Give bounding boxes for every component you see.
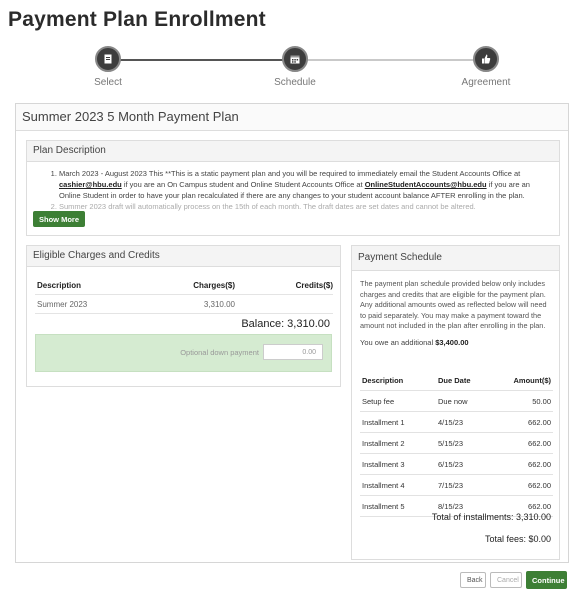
table-row: Installment 3 6/15/23 662.00 xyxy=(360,454,553,475)
eligible-charges-panel: Eligible Charges and Credits Description… xyxy=(26,245,341,387)
row-description: Installment 4 xyxy=(362,481,405,490)
table-header-row: Description Charges($) Credits($) xyxy=(35,276,333,295)
description-text-part: if you are an On Campus student and Onli… xyxy=(121,180,365,189)
additional-owed-label: You owe an additional xyxy=(360,337,436,347)
additional-owed: You owe an additional $3,400.00 xyxy=(352,332,559,347)
cashier-email-link[interactable]: cashier@hbu.edu xyxy=(59,180,122,189)
row-due-date: Due now xyxy=(438,397,468,406)
eligible-charges-heading: Eligible Charges and Credits xyxy=(27,246,340,267)
row-due-date: 7/15/23 xyxy=(438,481,464,490)
eligible-charges-table: Description Charges($) Credits($) Summer… xyxy=(35,276,333,314)
row-description: Setup fee xyxy=(362,397,395,406)
row-amount: 662.00 xyxy=(528,481,551,490)
document-icon xyxy=(95,46,121,72)
table-header-row: Description Due Date Amount($) xyxy=(360,370,553,391)
column-header-credits: Credits($) xyxy=(295,281,333,290)
description-item-1: March 2023 - August 2023 This **This is … xyxy=(59,168,549,201)
down-payment-section: Optional down payment xyxy=(35,334,332,372)
row-amount: 662.00 xyxy=(528,502,551,511)
back-button[interactable]: Back xyxy=(460,572,486,588)
show-more-button[interactable]: Show More xyxy=(33,211,85,227)
row-due-date: 4/15/23 xyxy=(438,418,464,427)
row-description: Installment 2 xyxy=(362,439,405,448)
table-row: Summer 2023 3,310.00 xyxy=(35,295,333,314)
plan-description-panel: Plan Description March 2023 - August 202… xyxy=(26,140,560,236)
continue-button[interactable]: Continue xyxy=(526,571,567,589)
row-amount: 662.00 xyxy=(528,418,551,427)
row-description: Installment 3 xyxy=(362,460,405,469)
total-installments: Total of installments: 3,310.00 xyxy=(431,512,551,522)
balance-total: Balance: 3,310.00 xyxy=(241,318,330,330)
row-amount: 50.00 xyxy=(532,397,551,406)
additional-owed-amount: $3,400.00 xyxy=(435,337,469,347)
table-row: Installment 1 4/15/23 662.00 xyxy=(360,412,553,433)
page-title: Payment Plan Enrollment xyxy=(8,8,266,31)
description-item-2: Summer 2023 draft will automatically pro… xyxy=(59,201,549,212)
thumbs-up-icon xyxy=(473,46,499,72)
down-payment-label: Optional down payment xyxy=(180,348,259,357)
row-due-date: 8/15/23 xyxy=(438,502,464,511)
step-schedule-label: Schedule xyxy=(274,77,316,88)
payment-plan-card: Summer 2023 5 Month Payment Plan Plan De… xyxy=(15,103,569,563)
row-description: Installment 5 xyxy=(362,502,405,511)
step-agreement[interactable]: Agreement xyxy=(446,44,526,88)
calendar-icon xyxy=(282,46,308,72)
step-select-label: Select xyxy=(94,77,122,88)
cancel-button[interactable]: Cancel xyxy=(490,572,522,588)
schedule-table: Description Due Date Amount($) Setup fee… xyxy=(360,370,553,517)
charge-amount: 3,310.00 xyxy=(203,300,235,309)
description-text-part: March 2023 - August 2023 This **This is … xyxy=(59,169,521,178)
payment-schedule-heading: Payment Schedule xyxy=(352,246,559,271)
down-payment-input[interactable] xyxy=(263,344,323,360)
table-row: Installment 2 5/15/23 662.00 xyxy=(360,433,553,454)
total-fees: Total fees: $0.00 xyxy=(484,534,551,544)
row-due-date: 6/15/23 xyxy=(438,460,464,469)
payment-schedule-panel: Payment Schedule The payment plan schedu… xyxy=(351,245,560,560)
online-accounts-email-link[interactable]: OnlineStudentAccounts@hbu.edu xyxy=(365,180,487,189)
plan-description-heading: Plan Description xyxy=(27,141,559,162)
plan-title: Summer 2023 5 Month Payment Plan xyxy=(16,104,568,131)
plan-description-text: March 2023 - August 2023 This **This is … xyxy=(27,162,559,212)
row-amount: 662.00 xyxy=(528,439,551,448)
column-header-charges: Charges($) xyxy=(193,281,235,290)
row-due-date: 5/15/23 xyxy=(438,439,464,448)
column-header-description: Description xyxy=(37,281,82,290)
column-header-due-date: Due Date xyxy=(438,376,471,385)
column-header-amount: Amount($) xyxy=(513,376,552,385)
row-amount: 662.00 xyxy=(528,460,551,469)
column-header-description: Description xyxy=(362,376,404,385)
table-row: Setup fee Due now 50.00 xyxy=(360,391,553,412)
enrollment-stepper: Select Schedule Agreement xyxy=(0,44,574,90)
table-row: Installment 4 7/15/23 662.00 xyxy=(360,475,553,496)
payment-schedule-note: The payment plan schedule provided below… xyxy=(360,279,547,331)
row-description: Installment 1 xyxy=(362,418,405,427)
charge-description: Summer 2023 xyxy=(37,300,88,309)
step-agreement-label: Agreement xyxy=(461,77,511,88)
step-schedule[interactable]: Schedule xyxy=(255,44,335,88)
step-select[interactable]: Select xyxy=(68,44,148,88)
